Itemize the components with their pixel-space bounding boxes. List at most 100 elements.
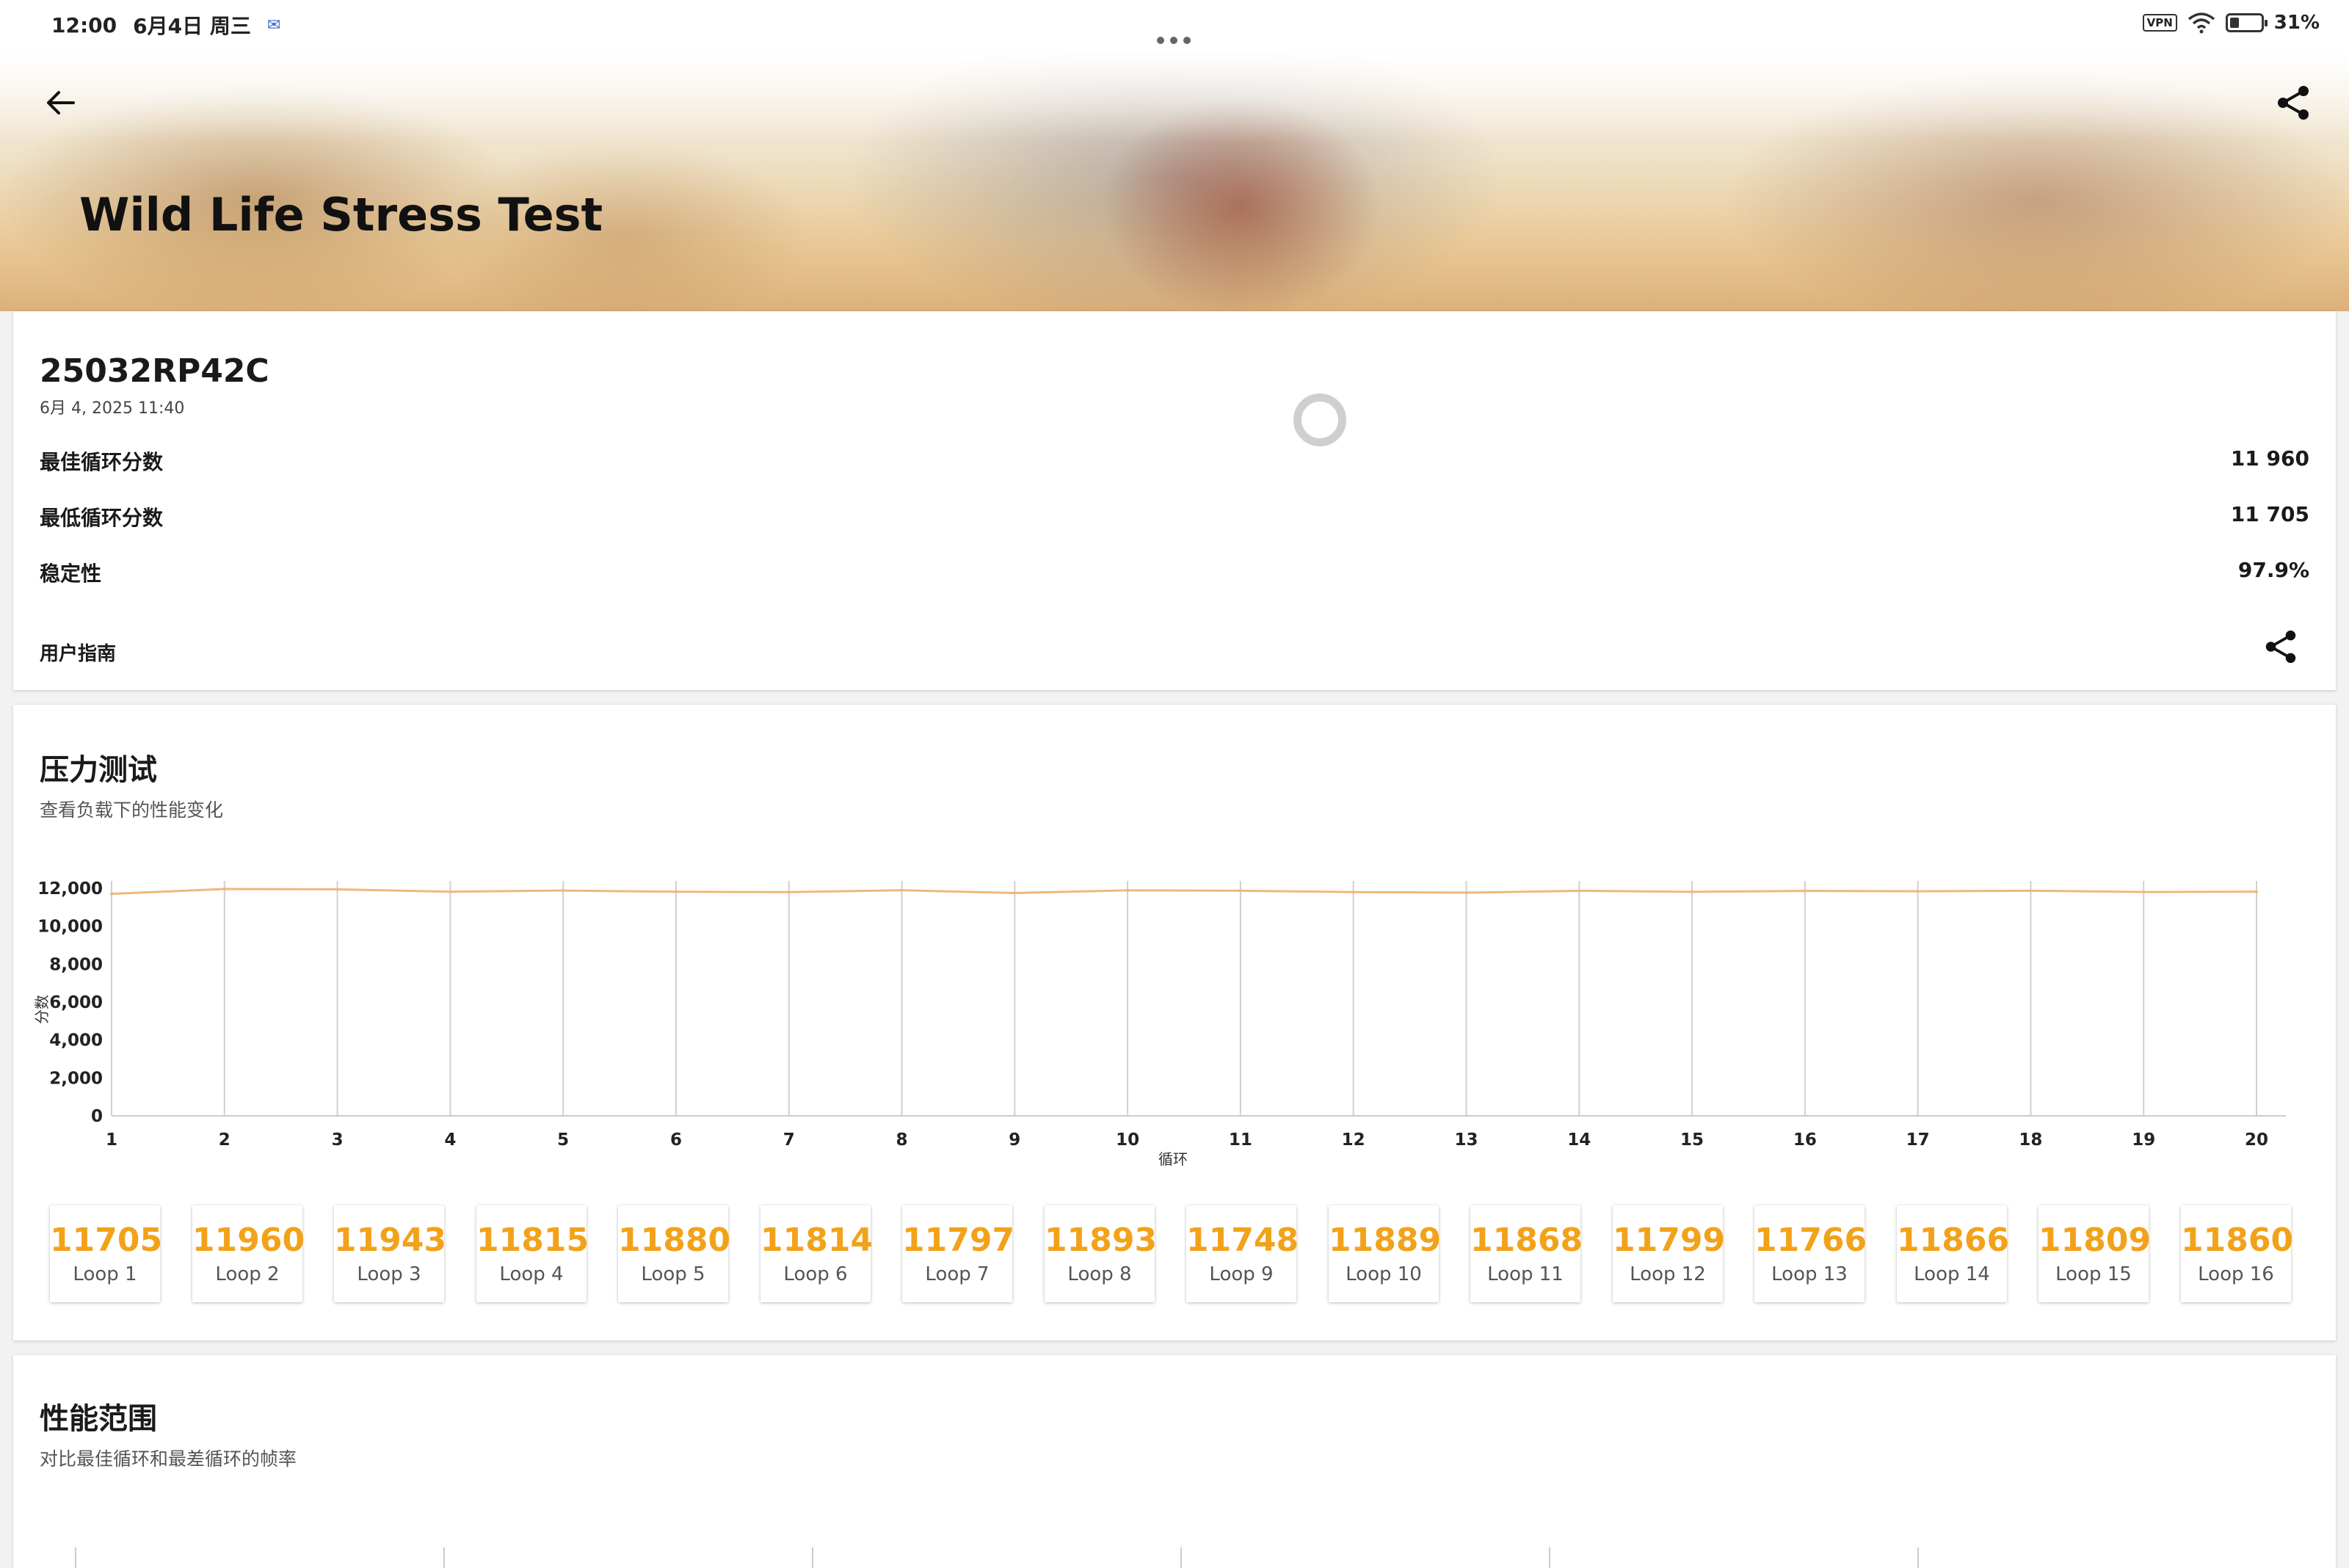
y-tick-label: 10,000 — [37, 918, 103, 937]
loop-score-card[interactable]: 11889 Loop 10 — [1329, 1205, 1442, 1302]
user-guide-link[interactable]: 用户指南 — [40, 639, 116, 666]
data-point — [1691, 890, 1694, 893]
x-tick-label: 19 — [2132, 1130, 2155, 1150]
status-left: 12:00 6月4日 周三 ✉ — [51, 10, 280, 40]
y-tick-label: 4,000 — [49, 1031, 103, 1050]
loop-label: Loop 11 — [1487, 1263, 1564, 1285]
loop-score-card[interactable]: 11960 Loop 2 — [192, 1205, 305, 1302]
x-tick-label: 5 — [557, 1130, 569, 1150]
loop-label: Loop 12 — [1630, 1263, 1706, 1285]
row-label: 最低循环分数 — [40, 506, 164, 530]
x-tick-label: 20 — [2245, 1130, 2268, 1150]
x-tick-label: 17 — [1906, 1130, 1930, 1150]
device-name: 25032RP42C — [40, 352, 269, 390]
row-value: 97.9% — [2237, 558, 2309, 582]
loop-score: 11880 — [618, 1222, 731, 1259]
loop-score-card[interactable]: 11893 Loop 8 — [1045, 1205, 1158, 1302]
best-loop-row: 最佳循环分数 11 960 — [40, 446, 2309, 476]
loop-score-card[interactable]: 11797 Loop 7 — [902, 1205, 1015, 1302]
loop-label: Loop 4 — [499, 1263, 564, 1285]
loop-score: 11809 — [2038, 1222, 2152, 1259]
data-point — [900, 888, 904, 892]
data-point — [1578, 889, 1581, 893]
loop-label: Loop 7 — [925, 1263, 990, 1285]
data-point — [787, 890, 791, 894]
range-grid-line — [75, 1547, 76, 1568]
x-tick-label: 18 — [2019, 1130, 2042, 1150]
battery-icon — [2225, 13, 2268, 32]
data-point — [2255, 890, 2258, 893]
data-point — [1351, 890, 1355, 894]
loop-score-card[interactable]: 11748 Loop 9 — [1186, 1205, 1299, 1302]
loop-label: Loop 6 — [783, 1263, 848, 1285]
data-point — [449, 890, 452, 893]
range-grid-line — [443, 1547, 445, 1568]
loop-score: 11814 — [760, 1222, 874, 1259]
loop-score: 11889 — [1329, 1222, 1442, 1259]
page-title: Wild Life Stress Test — [79, 188, 603, 242]
range-grid-line — [1549, 1547, 1550, 1568]
data-point — [1013, 891, 1017, 895]
window-handle-dots[interactable] — [1157, 37, 1191, 44]
x-tick-label: 2 — [219, 1130, 230, 1150]
loop-score: 11797 — [902, 1222, 1015, 1259]
share-icon[interactable] — [2274, 84, 2312, 122]
loop-score-card[interactable]: 11766 Loop 13 — [1754, 1205, 1867, 1302]
status-date: 6月4日 周三 — [133, 14, 251, 38]
loop-score: 11893 — [1045, 1222, 1158, 1259]
data-point — [562, 889, 565, 893]
range-grid-line — [812, 1547, 813, 1568]
x-tick-label: 12 — [1342, 1130, 1365, 1150]
loop-score-card[interactable]: 11880 Loop 5 — [618, 1205, 731, 1302]
loop-score-card[interactable]: 11868 Loop 11 — [1470, 1205, 1583, 1302]
loop-score-card[interactable]: 11809 Loop 15 — [2038, 1205, 2152, 1302]
series-line — [111, 888, 2257, 896]
loop-label: Loop 8 — [1067, 1263, 1132, 1285]
loop-label: Loop 13 — [1771, 1263, 1848, 1285]
battery-percent: 31% — [2273, 12, 2320, 34]
x-tick-label: 4 — [444, 1130, 456, 1150]
y-tick-label: 0 — [91, 1107, 103, 1126]
loop-label: Loop 14 — [1914, 1263, 1990, 1285]
loop-label: Loop 9 — [1209, 1263, 1274, 1285]
loop-label: Loop 2 — [215, 1263, 280, 1285]
data-point — [335, 888, 339, 891]
loading-spinner — [1293, 393, 1346, 446]
x-tick-label: 14 — [1567, 1130, 1591, 1150]
loop-score: 11799 — [1613, 1222, 1726, 1259]
y-tick-label: 8,000 — [49, 955, 103, 974]
loop-score-card[interactable]: 11866 Loop 14 — [1897, 1205, 2009, 1302]
data-point — [1238, 889, 1242, 893]
row-label: 稳定性 — [40, 562, 102, 586]
loop-score-card[interactable]: 11943 Loop 3 — [334, 1205, 447, 1302]
data-point — [110, 892, 113, 896]
loop-score-card[interactable]: 11799 Loop 12 — [1613, 1205, 1726, 1302]
y-tick-label: 12,000 — [37, 881, 103, 899]
loop-score: 11815 — [476, 1222, 589, 1259]
loop-label: Loop 3 — [357, 1263, 421, 1285]
loop-score: 11960 — [192, 1222, 305, 1259]
status-time: 12:00 — [51, 12, 117, 37]
loop-label: Loop 5 — [641, 1263, 705, 1285]
stress-test-card: 压力测试 查看负载下的性能变化 0 2,000 4,000 6,000 8,000 10,… — [13, 705, 2336, 1340]
loop-label: Loop 16 — [2198, 1263, 2274, 1285]
loop-score-card[interactable]: 11705 Loop 1 — [50, 1205, 162, 1302]
section-subtitle: 查看负载下的性能变化 — [40, 799, 224, 821]
row-value: 11 960 — [2230, 446, 2309, 471]
share-icon[interactable] — [2262, 628, 2299, 665]
y-axis-label: 分数 — [33, 995, 51, 1024]
loop-score: 11943 — [334, 1222, 447, 1259]
loop-score-card[interactable]: 11814 Loop 6 — [760, 1205, 874, 1302]
loop-score-list: 11705 Loop 1 11960 Loop 2 11943 Loop 3 11815 Lo… — [50, 1205, 2311, 1304]
loop-label: Loop 10 — [1346, 1263, 1422, 1285]
loop-score: 11766 — [1754, 1222, 1867, 1259]
x-axis-label: 循环 — [1158, 1150, 1188, 1168]
arrow-left-icon[interactable] — [41, 84, 79, 122]
loop-score-card[interactable]: 11860 Loop 16 — [2181, 1205, 2293, 1302]
x-tick-label: 13 — [1454, 1130, 1478, 1150]
range-grid-line — [1917, 1547, 1919, 1568]
hero-banner: Wild Life Stress Test — [0, 53, 2349, 311]
performance-range-card: 性能范围 对比最佳循环和最差循环的帧率 — [13, 1355, 2336, 1568]
loop-score-card[interactable]: 11815 Loop 4 — [476, 1205, 589, 1302]
x-tick-label: 3 — [332, 1130, 344, 1150]
